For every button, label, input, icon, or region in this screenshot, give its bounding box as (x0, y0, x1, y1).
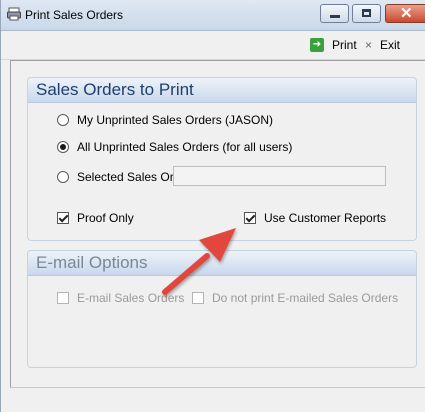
proof-only-checkbox[interactable] (57, 212, 69, 224)
minimize-icon (330, 15, 340, 18)
use-customer-reports-label: Use Customer Reports (264, 211, 387, 225)
use-customer-reports-row[interactable]: Use Customer Reports (244, 211, 386, 225)
email-options-group: E-mail Options (27, 250, 417, 368)
minimize-button[interactable] (320, 4, 349, 23)
arrow-right-icon: ➔ (310, 38, 324, 52)
sales-orders-group-title: Sales Orders to Print (28, 78, 416, 103)
proof-only-checkbox-row[interactable]: Proof Only (57, 211, 134, 225)
maximize-button[interactable] (352, 4, 381, 23)
window-title: Print Sales Orders (25, 8, 124, 22)
close-icon: × (365, 38, 373, 52)
toolbar: ➔ Print × Exit (1, 31, 425, 60)
radio-my-unprinted[interactable]: My Unprinted Sales Orders (JASON) (57, 113, 273, 127)
use-customer-reports-checkbox[interactable] (244, 212, 256, 224)
selected-orders-input[interactable] (173, 166, 386, 186)
radio-label: All Unprinted Sales Orders (for all user… (77, 140, 293, 154)
close-button[interactable]: ✕ (385, 4, 425, 23)
email-sales-orders-row[interactable]: E-mail Sales Orders (57, 291, 184, 305)
exit-label: Exit (380, 38, 401, 52)
proof-only-label: Proof Only (77, 211, 134, 225)
print-sales-orders-window: Print Sales Orders ✕ ➔ Print × Exit Sale… (0, 0, 425, 412)
email-sales-orders-label: E-mail Sales Orders (77, 291, 185, 305)
print-label: Print (332, 38, 357, 52)
exit-button[interactable]: × Exit (365, 38, 400, 52)
print-app-icon (7, 7, 21, 21)
maximize-icon (362, 9, 371, 17)
radio-button[interactable] (57, 141, 69, 153)
title-bar[interactable]: Print Sales Orders ✕ (1, 0, 425, 31)
email-options-group-title: E-mail Options (28, 251, 416, 276)
print-button[interactable]: ➔ Print (310, 38, 357, 52)
radio-label: My Unprinted Sales Orders (JASON) (77, 113, 274, 127)
do-not-print-emailed-row[interactable]: Do not print E-mailed Sales Orders (192, 291, 398, 305)
close-icon: ✕ (400, 5, 413, 22)
radio-button[interactable] (57, 114, 69, 126)
do-not-print-emailed-checkbox[interactable] (192, 292, 204, 304)
email-sales-orders-checkbox[interactable] (57, 292, 69, 304)
radio-all-unprinted[interactable]: All Unprinted Sales Orders (for all user… (57, 140, 292, 154)
do-not-print-emailed-label: Do not print E-mailed Sales Orders (212, 291, 399, 305)
radio-button[interactable] (57, 171, 69, 183)
